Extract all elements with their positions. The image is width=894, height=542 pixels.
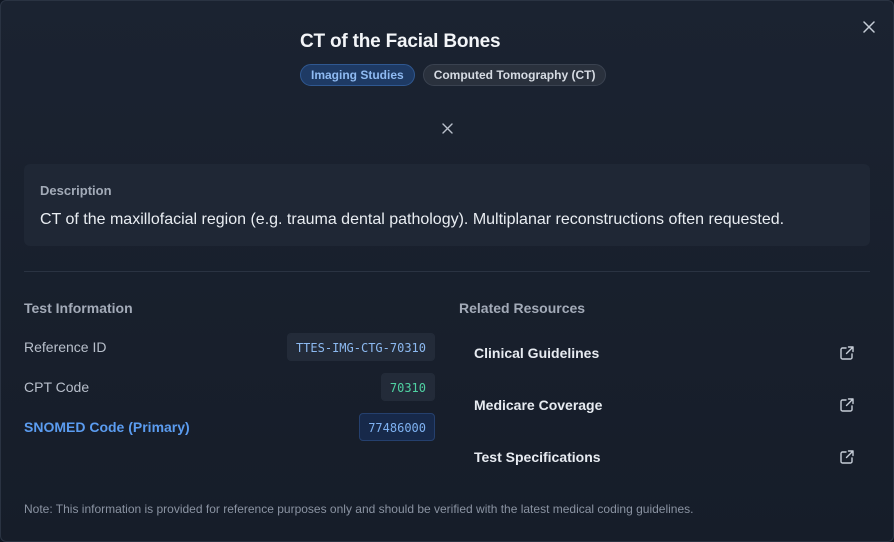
divider — [24, 271, 870, 272]
subcategory-badge[interactable]: Computed Tomography (CT) — [422, 64, 607, 86]
close-icon — [441, 122, 453, 134]
test-info-title: Test Information — [24, 300, 133, 316]
resource-label: Medicare Coverage — [474, 397, 603, 413]
reference-id-value[interactable]: TTES-IMG-CTG-70310 — [286, 333, 435, 361]
close-button[interactable] — [859, 17, 879, 37]
snomed-code-row: SNOMED Code (Primary) 77486000 — [24, 412, 435, 442]
resource-label: Test Specifications — [474, 449, 601, 465]
resource-label: Clinical Guidelines — [474, 345, 600, 361]
dismiss-button[interactable] — [438, 119, 456, 137]
resources-title: Related Resources — [459, 300, 586, 316]
description-text: CT of the maxillofacial region (e.g. tra… — [40, 211, 785, 228]
page-title: CT of the Facial Bones — [300, 31, 501, 52]
description-card: Description CT of the maxillofacial regi… — [24, 164, 870, 246]
disclaimer-note: Note: This information is provided for r… — [24, 502, 694, 516]
external-link-icon — [839, 397, 855, 413]
reference-id-label: Reference ID — [24, 339, 107, 355]
resource-link-test-specifications[interactable]: Test Specifications — [459, 437, 870, 477]
cpt-code-label: CPT Code — [24, 379, 90, 395]
close-icon — [863, 21, 875, 33]
resource-link-clinical-guidelines[interactable]: Clinical Guidelines — [459, 333, 870, 373]
snomed-code-value[interactable]: 77486000 — [359, 413, 435, 441]
description-label: Description — [40, 183, 112, 198]
resource-link-medicare-coverage[interactable]: Medicare Coverage — [459, 385, 870, 425]
external-link-icon — [839, 345, 855, 361]
cpt-code-row: CPT Code 70310 — [24, 372, 435, 402]
reference-id-row: Reference ID TTES-IMG-CTG-70310 — [24, 332, 435, 362]
category-badge[interactable]: Imaging Studies — [300, 64, 415, 86]
cpt-code-value[interactable]: 70310 — [380, 373, 435, 401]
category-badges: Imaging Studies Computed Tomography (CT) — [300, 64, 607, 86]
external-link-icon — [839, 449, 855, 465]
snomed-code-label: SNOMED Code (Primary) — [24, 419, 190, 435]
test-detail-modal: CT of the Facial Bones Imaging Studies C… — [0, 0, 894, 542]
